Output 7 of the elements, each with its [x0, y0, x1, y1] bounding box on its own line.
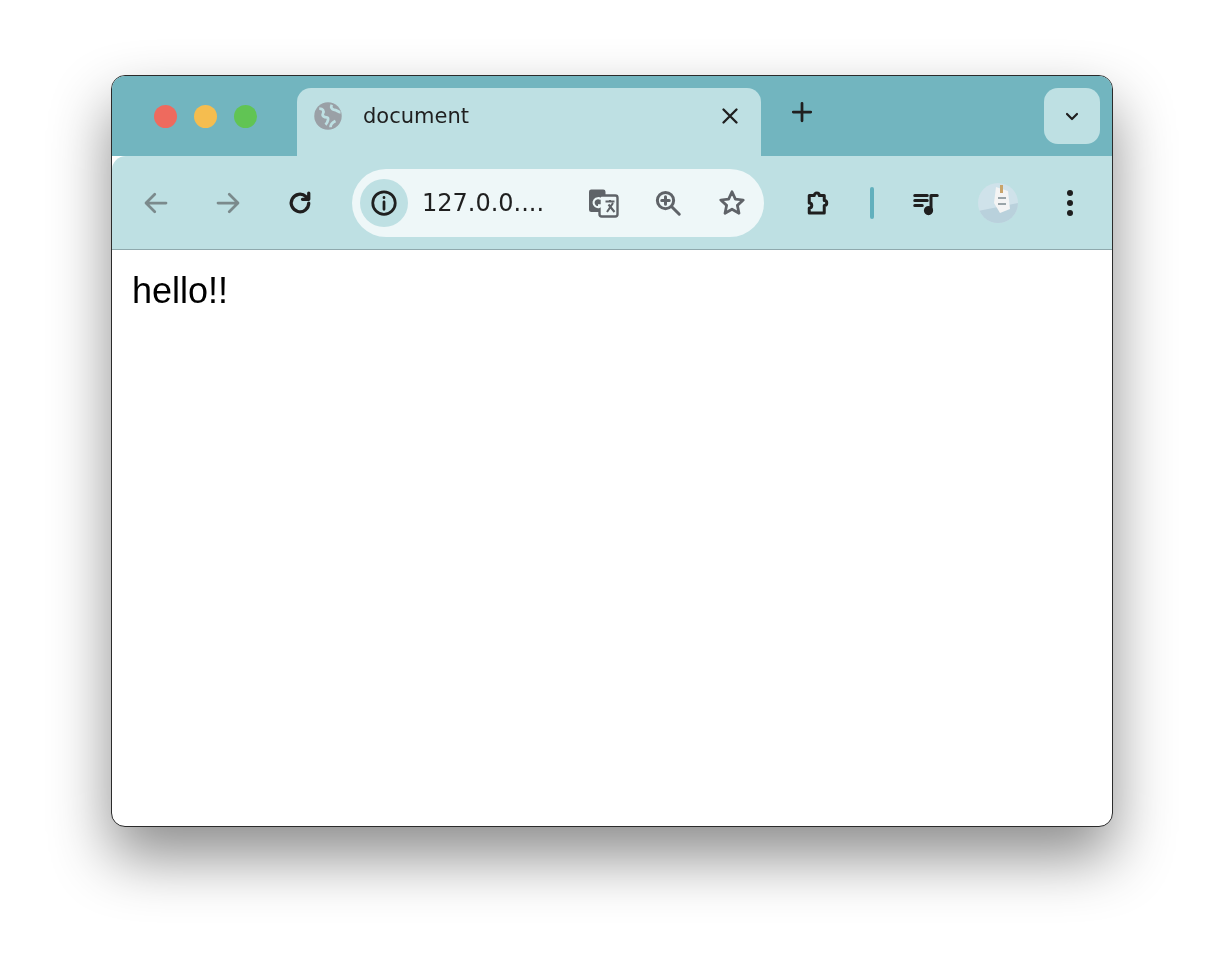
browser-tab[interactable]: document [297, 88, 761, 156]
page-text: hello!! [132, 270, 229, 311]
globe-icon [313, 101, 343, 131]
address-bar[interactable]: 127.0.0.... [352, 168, 764, 237]
tab-title: document [363, 104, 470, 128]
info-icon[interactable] [360, 178, 408, 227]
url-field[interactable]: 127.0.0.... [422, 188, 560, 217]
